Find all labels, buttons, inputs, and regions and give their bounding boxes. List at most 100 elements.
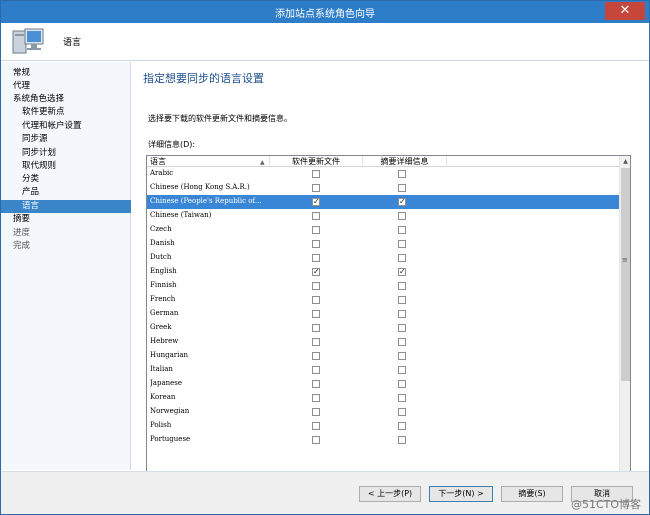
table-row[interactable]: Hungarian [147,349,619,363]
language-name: Chinese (Hong Kong S.A.R.) [150,183,250,191]
title-bar[interactable]: 添加站点系统角色向导 ✕ [1,1,649,23]
table-row[interactable]: Czech [147,223,619,237]
update-files-checkbox[interactable] [312,436,320,444]
table-row[interactable]: Danish [147,237,619,251]
summary-details-checkbox[interactable] [398,436,406,444]
table-row[interactable]: Finnish [147,279,619,293]
language-name: English [150,267,177,275]
table-row[interactable]: Japanese [147,377,619,391]
table-row[interactable]: Chinese (Hong Kong S.A.R.) [147,181,619,195]
update-files-checkbox[interactable] [312,170,320,178]
wizard-header: 语言 [1,23,649,61]
language-name: Italian [150,365,173,373]
summary-details-checkbox[interactable] [398,296,406,304]
update-files-checkbox[interactable] [312,380,320,388]
column-update-files[interactable]: 软件更新文件 [270,156,363,167]
vertical-scrollbar[interactable]: ▲ ≡ ▼ [619,156,630,509]
table-row[interactable]: Arabic [147,167,619,181]
summary-details-checkbox[interactable] [398,422,406,430]
table-row[interactable]: Chinese (Taiwan) [147,209,619,223]
step-supersedence[interactable]: 取代规则 [1,160,131,173]
summary-details-checkbox[interactable] [398,352,406,360]
summary-details-checkbox[interactable] [398,226,406,234]
table-row[interactable]: Korean [147,391,619,405]
column-language[interactable]: 语言 [150,156,270,167]
summary-details-checkbox[interactable] [398,254,406,262]
summary-details-checkbox[interactable]: ✓ [398,198,406,206]
step-languages[interactable]: 语言 [1,200,131,213]
step-proxy[interactable]: 代理 [1,80,131,93]
update-files-checkbox[interactable]: ✓ [312,198,320,206]
column-summary-details[interactable]: 摘要详细信息 [363,156,447,167]
scrollbar-thumb[interactable] [621,168,630,381]
table-row-selected[interactable]: Chinese (People's Republic of... ✓ ✓ [147,195,619,209]
step-software-update-point[interactable]: 软件更新点 [1,106,131,119]
language-name: Czech [150,225,172,233]
scroll-up-icon[interactable]: ▲ [620,156,631,168]
update-files-checkbox[interactable] [312,296,320,304]
table-row[interactable]: Hebrew [147,335,619,349]
update-files-checkbox[interactable] [312,338,320,346]
step-products[interactable]: 产品 [1,186,131,199]
update-files-checkbox[interactable] [312,352,320,360]
step-sync-source[interactable]: 同步源 [1,133,131,146]
window-title: 添加站点系统角色向导 [275,9,375,20]
summary-details-checkbox[interactable] [398,184,406,192]
summary-details-checkbox[interactable] [398,366,406,374]
update-files-checkbox[interactable] [312,422,320,430]
step-classifications[interactable]: 分类 [1,173,131,186]
language-name: Polish [150,421,172,429]
step-completion: 完成 [13,241,31,251]
update-files-checkbox[interactable]: ✓ [312,268,320,276]
summary-details-checkbox[interactable] [398,212,406,220]
language-grid[interactable]: 语言 ▲ 软件更新文件 摘要详细信息 Arabic Chinese (Hong … [146,155,631,510]
update-files-checkbox[interactable] [312,394,320,402]
step-general[interactable]: 常规 [1,67,131,80]
update-files-checkbox[interactable] [312,282,320,290]
step-sync-schedule[interactable]: 同步计划 [1,147,131,160]
language-name: Danish [150,239,175,247]
grid-header: 语言 ▲ 软件更新文件 摘要详细信息 [147,156,619,167]
update-files-checkbox[interactable] [312,240,320,248]
summary-details-checkbox[interactable] [398,170,406,178]
computer-icon [12,28,44,54]
table-row[interactable]: French [147,293,619,307]
table-row[interactable]: Italian [147,363,619,377]
table-row[interactable]: Portuguese [147,433,619,447]
language-name: Arabic [150,169,174,177]
update-files-checkbox[interactable] [312,212,320,220]
update-files-checkbox[interactable] [312,226,320,234]
summary-details-checkbox[interactable] [398,394,406,402]
table-row[interactable]: Polish [147,419,619,433]
step-role-selection[interactable]: 系统角色选择 [1,93,131,106]
table-row[interactable]: Dutch [147,251,619,265]
update-files-checkbox[interactable] [312,408,320,416]
back-button[interactable]: < 上一步(P) [359,486,421,502]
summary-details-checkbox[interactable]: ✓ [398,268,406,276]
step-summary[interactable]: 摘要 [1,213,131,226]
summary-details-checkbox[interactable] [398,240,406,248]
update-files-checkbox[interactable] [312,184,320,192]
next-button[interactable]: 下一步(N) > [429,486,493,502]
summary-details-checkbox[interactable] [398,282,406,290]
update-files-checkbox[interactable] [312,310,320,318]
close-button[interactable]: ✕ [605,2,645,20]
update-files-checkbox[interactable] [312,366,320,374]
table-row[interactable]: English ✓ ✓ [147,265,619,279]
table-row[interactable]: German [147,307,619,321]
update-files-checkbox[interactable] [312,324,320,332]
content-title: 指定想要同步的语言设置 [143,72,264,85]
table-row[interactable]: Greek [147,321,619,335]
summary-details-checkbox[interactable] [398,408,406,416]
table-row[interactable]: Norwegian [147,405,619,419]
summary-details-checkbox[interactable] [398,338,406,346]
summary-details-checkbox[interactable] [398,380,406,388]
watermark: @51CTO博客 [571,498,642,511]
summary-button[interactable]: 摘要(S) [501,486,563,502]
summary-details-checkbox[interactable] [398,324,406,332]
wizard-footer: < 上一步(P) 下一步(N) > 摘要(S) 取消 @51CTO博客 [1,471,649,514]
grip-icon: ≡ [622,256,628,264]
update-files-checkbox[interactable] [312,254,320,262]
step-proxy-account[interactable]: 代理和帐户设置 [1,120,131,133]
summary-details-checkbox[interactable] [398,310,406,318]
